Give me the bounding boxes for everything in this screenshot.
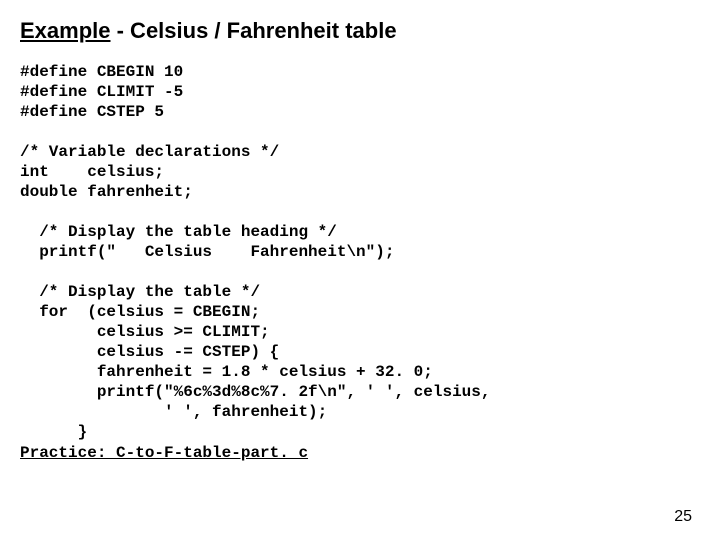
slide-title: Example - Celsius / Fahrenheit table: [20, 18, 700, 44]
code-line: int celsius;: [20, 163, 164, 181]
code-block: #define CBEGIN 10 #define CLIMIT -5 #def…: [20, 62, 700, 442]
code-line: for (celsius = CBEGIN;: [20, 303, 260, 321]
code-line: fahrenheit = 1.8 * celsius + 32. 0;: [20, 363, 433, 381]
code-line: #define CBEGIN 10: [20, 63, 183, 81]
code-line: /* Display the table */: [20, 283, 260, 301]
code-line: #define CSTEP 5: [20, 103, 164, 121]
code-line: double fahrenheit;: [20, 183, 193, 201]
code-line: ' ', fahrenheit);: [20, 403, 327, 421]
code-line: /* Variable declarations */: [20, 143, 279, 161]
title-underlined: Example: [20, 18, 111, 43]
code-line: celsius -= CSTEP) {: [20, 343, 279, 361]
code-line: celsius >= CLIMIT;: [20, 323, 270, 341]
title-rest: - Celsius / Fahrenheit table: [111, 18, 397, 43]
code-line: /* Display the table heading */: [20, 223, 337, 241]
page-number: 25: [674, 508, 692, 526]
code-line: printf(" Celsius Fahrenheit\n");: [20, 243, 394, 261]
code-line: }: [20, 423, 87, 441]
code-line: #define CLIMIT -5: [20, 83, 183, 101]
code-line: printf("%6c%3d%8c%7. 2f\n", ' ', celsius…: [20, 383, 490, 401]
practice-line: Practice: C-to-F-table-part. c: [20, 444, 700, 462]
